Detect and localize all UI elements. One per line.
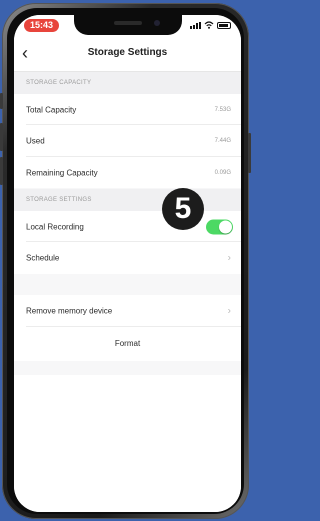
- used-row: Used 7.44G: [14, 125, 241, 157]
- total-capacity-row: Total Capacity 7.53G: [14, 94, 241, 125]
- storage-settings-header: STORAGE SETTINGS: [14, 189, 241, 211]
- used-value: 7.44G: [214, 138, 231, 144]
- volume-down-button: [0, 157, 3, 185]
- chevron-right-icon: ›: [227, 252, 231, 264]
- empty-content-area: [14, 375, 241, 512]
- step-number-badge: 5: [162, 188, 204, 230]
- page-title: Storage Settings: [87, 47, 168, 58]
- total-capacity-label: Total Capacity: [26, 105, 77, 114]
- format-button[interactable]: Format: [14, 327, 241, 361]
- power-button: [248, 133, 251, 173]
- status-icons: [190, 21, 231, 29]
- remove-memory-device-row[interactable]: Remove memory device ›: [14, 295, 241, 327]
- remaining-capacity-row: Remaining Capacity 0.09G: [14, 157, 241, 188]
- signal-icon: [190, 21, 201, 29]
- local-recording-label: Local Recording: [26, 222, 84, 231]
- remove-memory-device-label: Remove memory device: [26, 306, 113, 316]
- wifi-icon: [204, 21, 214, 29]
- notch: [74, 15, 182, 35]
- format-label: Format: [114, 339, 141, 348]
- storage-capacity-header: STORAGE CAPACITY: [14, 72, 241, 94]
- screen: 15:43 ‹ Storage Settings STORAGE CAPACIT…: [14, 15, 241, 512]
- mute-switch: [0, 93, 3, 109]
- battery-icon: [217, 21, 231, 29]
- used-label: Used: [26, 136, 45, 146]
- phone-frame: 15:43 ‹ Storage Settings STORAGE CAPACIT…: [0, 3, 251, 519]
- toggle-knob: [219, 220, 232, 233]
- remaining-capacity-label: Remaining Capacity: [26, 168, 98, 177]
- speaker: [114, 21, 142, 25]
- nav-bar: ‹ Storage Settings: [14, 37, 241, 72]
- chevron-right-icon: ›: [227, 305, 231, 317]
- volume-up-button: [0, 123, 3, 151]
- total-capacity-value: 7.53G: [214, 106, 231, 113]
- front-camera: [154, 20, 160, 26]
- local-recording-toggle[interactable]: [206, 219, 233, 234]
- schedule-label: Schedule: [26, 253, 60, 263]
- local-recording-row: Local Recording: [14, 211, 241, 242]
- status-time: 15:43: [24, 19, 60, 32]
- schedule-row[interactable]: Schedule ›: [14, 242, 241, 274]
- remaining-capacity-value: 0.09G: [214, 169, 231, 176]
